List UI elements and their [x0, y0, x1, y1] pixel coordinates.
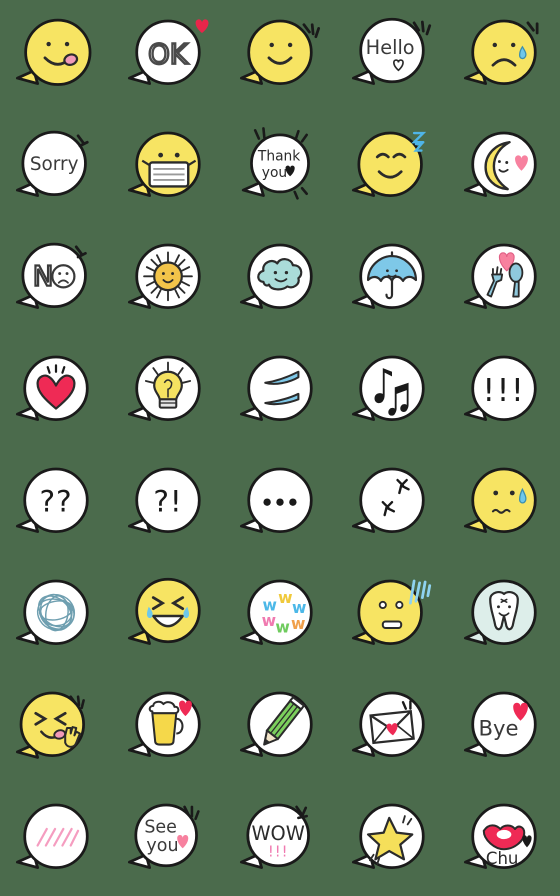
sticker-cell-umbrella[interactable]	[336, 224, 448, 336]
sticker-cell-lightbulb[interactable]	[112, 336, 224, 448]
shocked-mouth-icon	[381, 620, 403, 629]
chu-label: Chu	[486, 849, 519, 868]
exclamation-label: !!!	[482, 373, 525, 409]
sticker-cell-smiley-tongue[interactable]	[0, 0, 112, 112]
question-exclamation-label: ?!	[153, 484, 182, 518]
speech-bubble-yellow	[351, 131, 423, 197]
sticker-cell-tongue-wave[interactable]	[0, 672, 112, 784]
sticker-cell-laugh-tears[interactable]	[112, 560, 224, 672]
wow-exclamation-label: !!!	[268, 844, 288, 861]
envelope-icon	[369, 710, 415, 745]
sticker-cell-music-notes[interactable]	[336, 336, 448, 448]
sticker-cell-scribble[interactable]	[0, 560, 112, 672]
sorry-label: Sorry	[30, 154, 79, 175]
sticker-cell-sad-tear[interactable]	[448, 0, 560, 112]
sticker-cell-sun[interactable]	[112, 224, 224, 336]
sticker-cell-see-you[interactable]: See you	[112, 784, 224, 896]
sticker-cell-lips-chu[interactable]: Chu	[448, 784, 560, 896]
sticker-cell-moon-heart[interactable]	[448, 112, 560, 224]
speech-bubble-white	[15, 803, 89, 869]
sticker-cell-no-sad[interactable]: N	[0, 224, 112, 336]
ellipsis-icon	[263, 498, 297, 506]
emoji-sticker-grid: OK Hello Sorry Thank you N !!! ?? ?! w w…	[0, 0, 560, 896]
speech-bubble-white	[239, 355, 313, 421]
sticker-cell-www-laugh[interactable]: w w w w w w	[224, 560, 336, 672]
sticker-cell-beer-heart[interactable]	[112, 672, 224, 784]
ok-label: OK	[148, 37, 189, 70]
sticker-cell-anger-marks[interactable]	[336, 448, 448, 560]
no-letter-label: N	[33, 260, 54, 293]
speech-bubble-yellow	[239, 19, 313, 85]
speech-bubble-white	[351, 355, 425, 421]
sticker-cell-sleeping-face[interactable]	[336, 112, 448, 224]
w-letter-4: w	[262, 611, 276, 630]
sticker-cell-awkward-sweat[interactable]	[448, 448, 560, 560]
sticker-cell-wow[interactable]: WOW !!!	[224, 784, 336, 896]
speech-bubble-white	[239, 467, 313, 533]
thank-label: Thank	[257, 149, 300, 165]
sticker-cell-tooth[interactable]	[448, 560, 560, 672]
bye-label: Bye	[478, 715, 518, 740]
sticker-cell-face-mask[interactable]	[112, 112, 224, 224]
w-letter-6: w	[291, 614, 305, 633]
sticker-cell-shocked-face[interactable]	[336, 560, 448, 672]
speech-bubble-yellow	[127, 577, 201, 645]
see-label: See	[144, 818, 177, 838]
sun-body-icon	[153, 261, 183, 292]
sticker-cell-thank-you[interactable]: Thank you	[224, 112, 336, 224]
you-label: you	[262, 165, 287, 181]
sticker-cell-star[interactable]	[336, 784, 448, 896]
sticker-cell-hello-heart[interactable]: Hello	[336, 0, 448, 112]
sticker-cell-sorry[interactable]: Sorry	[0, 112, 112, 224]
you-label: you	[146, 836, 178, 856]
sticker-cell-envelope-heart[interactable]	[336, 672, 448, 784]
sticker-cell-fork-spoon[interactable]	[448, 224, 560, 336]
speech-bubble-white	[351, 467, 425, 533]
speech-bubble-white	[15, 579, 89, 645]
sticker-cell-double-question[interactable]: ??	[0, 448, 112, 560]
sticker-cell-ok-heart[interactable]: OK	[112, 0, 224, 112]
speech-bubble-yellow	[15, 18, 92, 86]
sticker-cell-pencil[interactable]	[224, 672, 336, 784]
sticker-cell-cloud[interactable]	[224, 224, 336, 336]
heart-icon	[195, 19, 209, 33]
hello-label: Hello	[366, 36, 415, 59]
face-mask-icon	[141, 159, 197, 188]
sticker-cell-blush-lines[interactable]	[0, 784, 112, 896]
sticker-cell-smiley-wink[interactable]	[224, 0, 336, 112]
question-marks-label: ??	[39, 484, 72, 518]
sticker-cell-ellipsis[interactable]	[224, 448, 336, 560]
sticker-cell-exclamations[interactable]: !!!	[448, 336, 560, 448]
sparkle-lines-icon	[526, 21, 539, 35]
sticker-cell-question-excl[interactable]: ?!	[112, 448, 224, 560]
sticker-cell-bye-heart[interactable]: Bye	[448, 672, 560, 784]
wow-label: WOW	[251, 822, 304, 845]
w-letter-2: w	[278, 588, 292, 607]
sticker-cell-sweat-drops[interactable]	[224, 336, 336, 448]
w-letter-5: w	[275, 618, 289, 637]
sticker-cell-heart[interactable]	[0, 336, 112, 448]
